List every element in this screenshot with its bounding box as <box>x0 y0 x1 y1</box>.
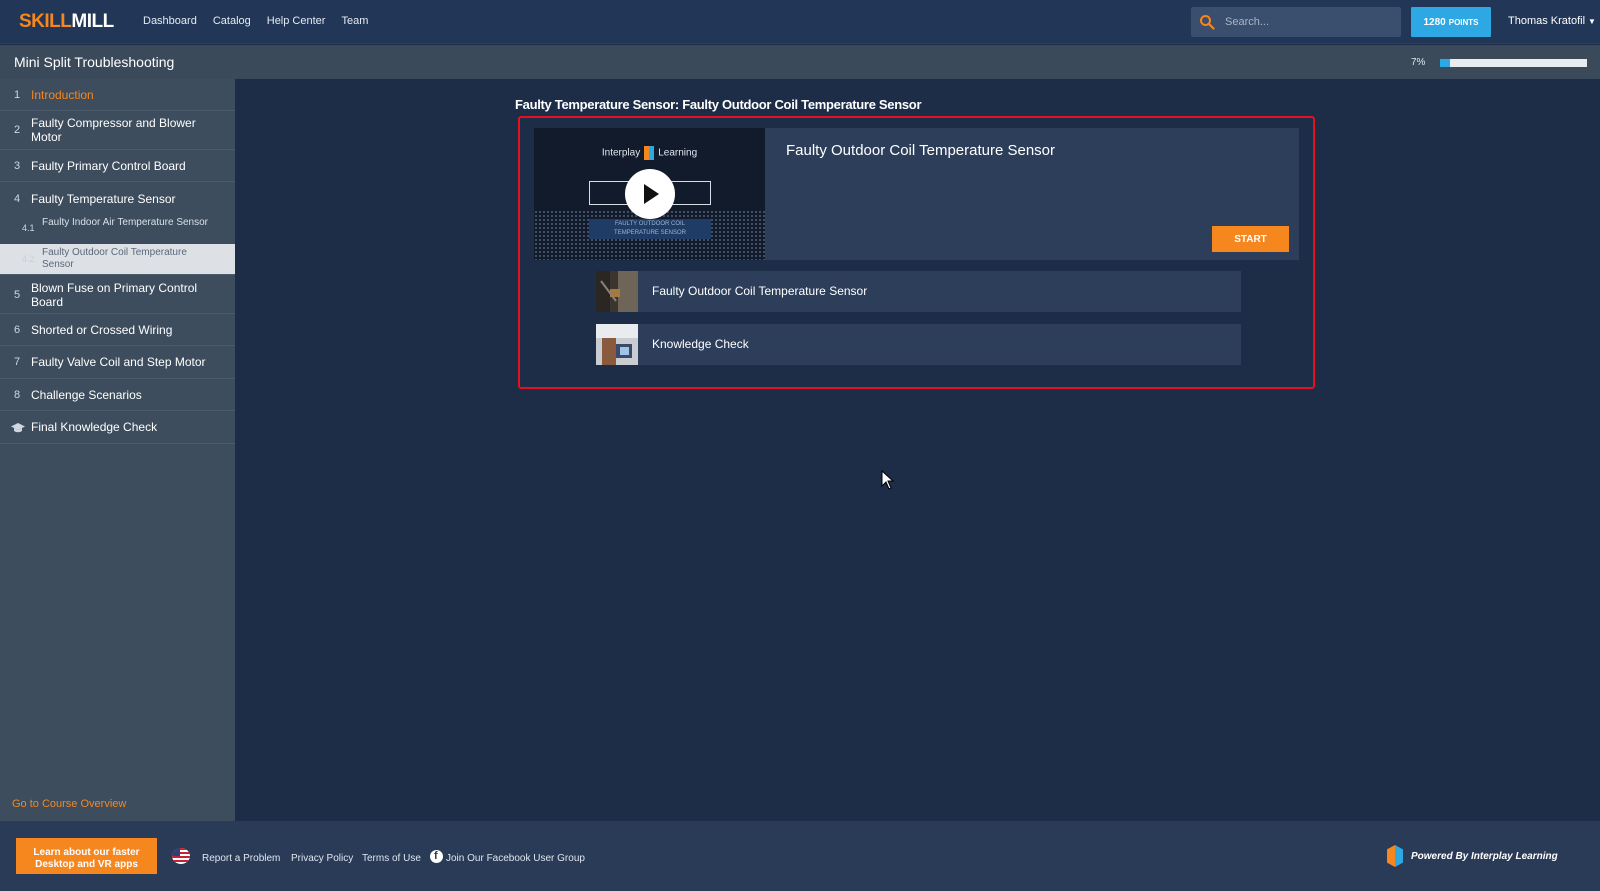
lesson-item-label: Knowledge Check <box>652 337 749 351</box>
skillmill-logo[interactable]: SKILLMILL <box>19 11 114 33</box>
nav-team[interactable]: Team <box>341 15 368 27</box>
sidebar-item-label: Faulty Primary Control Board <box>31 159 186 173</box>
search-box <box>1191 7 1401 37</box>
sidebar-item-wiring[interactable]: 6 Shorted or Crossed Wiring <box>0 314 235 346</box>
sidebar-item-valve-coil[interactable]: 7 Faulty Valve Coil and Step Motor <box>0 346 235 379</box>
us-flag-icon[interactable] <box>172 848 190 864</box>
sidebar-item-blown-fuse[interactable]: 5 Blown Fuse on Primary Control Board <box>0 275 235 314</box>
interplay-logo-icon <box>644 146 655 160</box>
video-lesson-thumbnail <box>596 271 638 312</box>
sidebar-subitem-indoor-air[interactable]: 4.1 Faulty Indoor Air Temperature Sensor <box>0 214 235 244</box>
interplay-logo-icon <box>1387 845 1403 867</box>
report-problem-link[interactable]: Report a Problem <box>202 853 280 864</box>
top-navbar: SKILLMILL Dashboard Catalog Help Center … <box>0 0 1600 44</box>
course-overview-link[interactable]: Go to Course Overview <box>12 798 126 810</box>
sidebar-item-number: 4.2 <box>22 254 35 264</box>
sidebar-item-control-board[interactable]: 3 Faulty Primary Control Board <box>0 150 235 182</box>
sidebar-item-compressor[interactable]: 2 Faulty Compressor and Blower Motor <box>0 111 235 150</box>
sidebar-item-number: 8 <box>14 389 21 401</box>
sidebar-item-label: Blown Fuse on Primary Control Board <box>31 281 198 309</box>
points-label: POINTS <box>1448 17 1479 27</box>
progress-fill <box>1440 59 1451 67</box>
sidebar-item-label: Faulty Temperature Sensor <box>31 192 176 206</box>
nav-help-center[interactable]: Help Center <box>267 15 326 27</box>
video-thumbnail[interactable]: InterplayLearning TRO ING FAULTY OUTDOOR… <box>534 128 765 260</box>
course-header: Mini Split Troubleshooting 7% <box>0 45 1600 79</box>
search-icon[interactable] <box>1199 14 1215 30</box>
user-name: Thomas Kratofil <box>1508 15 1586 27</box>
progress-bar <box>1440 59 1587 67</box>
sidebar-item-final-check[interactable]: Final Knowledge Check <box>0 411 235 444</box>
sidebar-item-challenge[interactable]: 8 Challenge Scenarios <box>0 379 235 411</box>
lesson-card-title: Faulty Outdoor Coil Temperature Sensor <box>786 142 1056 159</box>
apps-promo-button[interactable]: Learn about our faster Desktop and VR ap… <box>16 838 157 874</box>
sidebar-item-temperature-sensor[interactable]: 4 Faulty Temperature Sensor <box>0 182 235 214</box>
sidebar-item-label: Faulty Valve Coil and Step Motor <box>31 355 206 369</box>
sidebar-item-label: Introduction <box>31 88 94 102</box>
start-button[interactable]: START <box>1212 226 1289 252</box>
lesson-item-knowledge-check[interactable]: Knowledge Check <box>596 324 1241 365</box>
interplay-brand: Interplay Learning <box>601 146 698 160</box>
play-button[interactable] <box>625 169 675 219</box>
main-nav: Dashboard Catalog Help Center Team <box>143 15 384 27</box>
terms-of-use-link[interactable]: Terms of Use <box>362 853 421 864</box>
caret-down-icon: ▼ <box>1588 17 1596 26</box>
sidebar-item-number: 7 <box>14 356 21 368</box>
sidebar-item-number: 5 <box>14 289 21 301</box>
sidebar-item-number: 4 <box>14 193 21 205</box>
user-menu[interactable]: Thomas Kratofil ▼ <box>1508 15 1596 27</box>
search-input[interactable] <box>1225 13 1395 31</box>
sidebar-item-number: 6 <box>14 324 21 336</box>
play-icon <box>644 184 659 204</box>
privacy-policy-link[interactable]: Privacy Policy <box>291 853 353 864</box>
sidebar-item-number: 3 <box>14 160 21 172</box>
course-sidebar: 1 Introduction 2 Faulty Compressor and B… <box>0 79 235 821</box>
powered-by-text: Powered By Interplay Learning <box>1411 850 1558 862</box>
sidebar-item-label: Faulty Indoor Air Temperature Sensor <box>42 217 209 228</box>
sidebar-item-label: Shorted or Crossed Wiring <box>31 323 173 337</box>
sidebar-item-label: Final Knowledge Check <box>31 420 158 434</box>
sidebar-item-number: 2 <box>14 124 21 136</box>
powered-by[interactable]: Powered By Interplay Learning <box>1387 845 1558 867</box>
sidebar-item-label: Faulty Compressor and Blower Motor <box>31 116 196 144</box>
facebook-icon: f <box>430 850 443 863</box>
points-button[interactable]: 1280 POINTS <box>1411 7 1491 37</box>
lesson-item-label: Faulty Outdoor Coil Temperature Sensor <box>652 284 868 298</box>
thumbnail-caption: FAULTY OUTDOOR COIL TEMPERATURE SENSOR <box>589 219 711 239</box>
lesson-heading: Faulty Temperature Sensor: Faulty Outdoo… <box>515 97 922 112</box>
knowledge-check-thumbnail <box>596 324 638 365</box>
sidebar-item-number: 4.1 <box>22 223 35 233</box>
progress-percent: 7% <box>1411 57 1426 68</box>
facebook-group-link[interactable]: Join Our Facebook User Group <box>446 853 585 864</box>
page-footer: Learn about our faster Desktop and VR ap… <box>0 821 1600 891</box>
lesson-item-video[interactable]: Faulty Outdoor Coil Temperature Sensor <box>596 271 1241 312</box>
sidebar-subitem-outdoor-coil[interactable]: 4.2 Faulty Outdoor Coil Temperature Sens… <box>0 244 235 275</box>
nav-catalog[interactable]: Catalog <box>213 15 251 27</box>
mouse-cursor-icon <box>881 470 895 490</box>
course-title: Mini Split Troubleshooting <box>14 54 175 70</box>
graduation-cap-icon <box>11 423 25 433</box>
lesson-card: InterplayLearning TRO ING FAULTY OUTDOOR… <box>534 128 1299 260</box>
sidebar-item-number: 1 <box>14 89 21 101</box>
sidebar-item-label: Challenge Scenarios <box>31 388 142 402</box>
nav-dashboard[interactable]: Dashboard <box>143 15 197 27</box>
points-value: 1280 <box>1423 16 1446 28</box>
sidebar-item-introduction[interactable]: 1 Introduction <box>0 79 235 111</box>
sidebar-item-label: Faulty Outdoor Coil Temperature Sensor <box>42 247 187 270</box>
